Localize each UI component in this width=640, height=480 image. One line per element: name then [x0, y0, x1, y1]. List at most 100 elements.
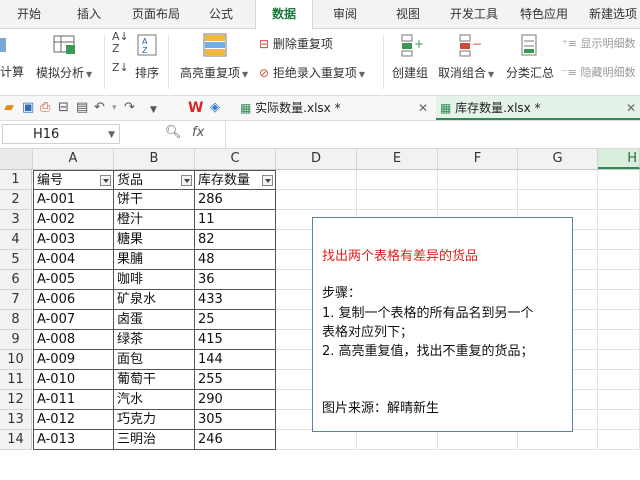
cell[interactable]	[276, 170, 357, 190]
cell[interactable]: 286	[195, 190, 276, 210]
tab-home[interactable]: 开始	[0, 0, 58, 28]
cell[interactable]: 36	[195, 270, 276, 290]
row-header[interactable]: 7	[0, 290, 32, 310]
table-header-cell[interactable]: 编号	[33, 170, 114, 190]
customize-dropdown-icon[interactable]: ▼	[150, 101, 157, 119]
table-header-cell[interactable]: 货品	[114, 170, 195, 190]
subtotal-button[interactable]: 分类汇总	[506, 64, 554, 81]
calc-button[interactable]: 计算	[0, 63, 24, 80]
cell[interactable]	[598, 170, 640, 190]
cloud-box-icon[interactable]: ◈	[210, 99, 220, 117]
tab-insert[interactable]: 插入	[60, 0, 118, 28]
select-all-corner[interactable]	[0, 149, 33, 169]
cell[interactable]: 290	[195, 390, 276, 410]
open-folder-icon[interactable]: ▰	[4, 99, 14, 117]
cell[interactable]	[598, 410, 640, 430]
cell[interactable]: 卤蛋	[114, 310, 195, 330]
tab-new-options[interactable]: 新建选项	[582, 0, 640, 28]
column-header-g[interactable]: G	[518, 149, 598, 169]
row-header[interactable]: 10	[0, 350, 32, 370]
cell[interactable]	[438, 170, 518, 190]
create-group-button[interactable]: 创建组	[392, 64, 428, 81]
column-header-a[interactable]: A	[33, 149, 114, 169]
cell[interactable]: A-005	[33, 270, 114, 290]
print-icon[interactable]: ⊟	[58, 99, 69, 117]
cell[interactable]: 48	[195, 250, 276, 270]
cell[interactable]	[598, 210, 640, 230]
tab-formulas[interactable]: 公式	[194, 0, 248, 28]
cell[interactable]	[518, 190, 598, 210]
cell[interactable]: 246	[195, 430, 276, 450]
cell[interactable]: A-012	[33, 410, 114, 430]
table-header-cell[interactable]: 库存数量	[195, 170, 276, 190]
cell[interactable]: 11	[195, 210, 276, 230]
what-if-button[interactable]: 模拟分析 ▼	[36, 64, 92, 81]
column-header-c[interactable]: C	[195, 149, 276, 169]
cell[interactable]: 饼干	[114, 190, 195, 210]
row-header[interactable]: 8	[0, 310, 32, 330]
row-header[interactable]: 14	[0, 430, 32, 450]
cell[interactable]: 葡萄干	[114, 370, 195, 390]
highlight-duplicates-button[interactable]: 高亮重复项 ▼	[180, 64, 248, 81]
cell[interactable]: A-009	[33, 350, 114, 370]
zoom-search-icon[interactable]: 🔍︎	[165, 125, 182, 140]
note-textbox[interactable]: 找出两个表格有差异的货品 步骤： 1. 复制一个表格的所有品名到另一个 表格对应…	[312, 217, 573, 432]
row-header[interactable]: 12	[0, 390, 32, 410]
cell[interactable]	[518, 430, 598, 450]
remove-duplicates-button[interactable]: ⊟ 删除重复项	[259, 35, 333, 52]
cell[interactable]: 果脯	[114, 250, 195, 270]
tab-view[interactable]: 视图	[380, 0, 436, 28]
cell[interactable]	[598, 330, 640, 350]
column-header-f[interactable]: F	[438, 149, 518, 169]
cell[interactable]: A-010	[33, 370, 114, 390]
cell[interactable]	[598, 230, 640, 250]
filter-dropdown-icon[interactable]	[100, 175, 111, 186]
row-header[interactable]: 4	[0, 230, 32, 250]
print-preview-icon[interactable]: ⎙	[40, 99, 50, 117]
formula-input[interactable]	[230, 125, 630, 144]
cell[interactable]	[598, 190, 640, 210]
name-box[interactable]: H16 ▼	[2, 124, 120, 144]
cell[interactable]: 糖果	[114, 230, 195, 250]
cell[interactable]: 255	[195, 370, 276, 390]
filter-dropdown-icon[interactable]	[262, 175, 273, 186]
cell[interactable]	[357, 170, 438, 190]
close-tab-icon[interactable]: ✕	[418, 101, 428, 115]
show-detail-button[interactable]: ⁺≡ 显示明细数	[562, 35, 636, 51]
insert-function-button[interactable]: fx	[192, 125, 204, 140]
cell[interactable]: A-006	[33, 290, 114, 310]
column-header-b[interactable]: B	[114, 149, 195, 169]
sort-button[interactable]: 排序	[135, 64, 159, 81]
row-header[interactable]: 6	[0, 270, 32, 290]
cell[interactable]	[438, 190, 518, 210]
cell[interactable]	[438, 430, 518, 450]
cell[interactable]: A-003	[33, 230, 114, 250]
row-header[interactable]: 9	[0, 330, 32, 350]
tab-page-layout[interactable]: 页面布局	[122, 0, 190, 28]
filter-dropdown-icon[interactable]	[181, 175, 192, 186]
cell[interactable]: 橙汁	[114, 210, 195, 230]
cell[interactable]	[598, 390, 640, 410]
cell[interactable]: A-013	[33, 430, 114, 450]
tab-special[interactable]: 特色应用	[512, 0, 576, 28]
cell[interactable]	[598, 270, 640, 290]
save-icon[interactable]: ▣	[22, 99, 34, 117]
doc-tab-actual[interactable]: ▦ 实际数量.xlsx *	[236, 96, 430, 120]
row-header[interactable]: 2	[0, 190, 32, 210]
cell[interactable]: 433	[195, 290, 276, 310]
ungroup-button[interactable]: 取消组合 ▼	[438, 64, 494, 81]
format-painter-icon[interactable]: ▤	[76, 99, 88, 117]
cell[interactable]: 绿茶	[114, 330, 195, 350]
undo-dropdown-icon[interactable]: ▾	[112, 99, 117, 117]
column-header-e[interactable]: E	[357, 149, 438, 169]
cell[interactable]	[518, 170, 598, 190]
cell[interactable]: 巧克力	[114, 410, 195, 430]
cell[interactable]: 面包	[114, 350, 195, 370]
row-header[interactable]: 3	[0, 210, 32, 230]
cell[interactable]: 25	[195, 310, 276, 330]
cell[interactable]: 415	[195, 330, 276, 350]
reject-duplicates-button[interactable]: ⊘ 拒绝录入重复项 ▼	[259, 64, 365, 81]
cell[interactable]	[276, 430, 357, 450]
cell[interactable]: A-007	[33, 310, 114, 330]
cell[interactable]: 82	[195, 230, 276, 250]
